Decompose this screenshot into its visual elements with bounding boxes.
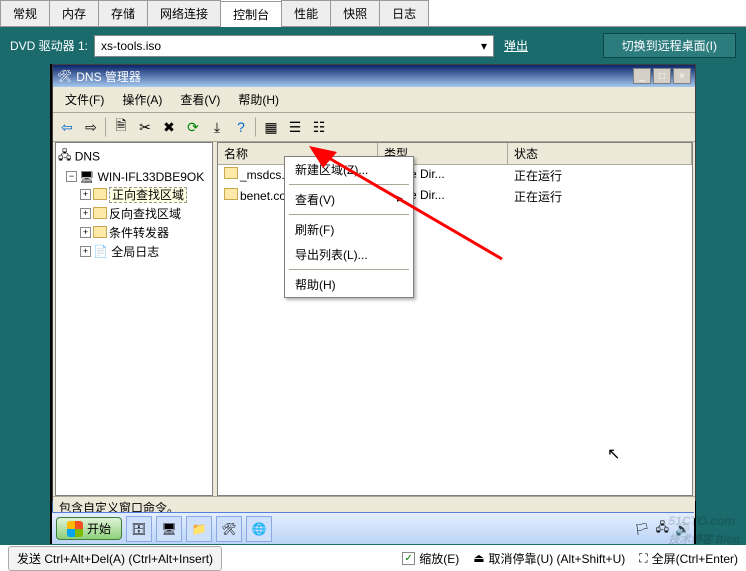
forward-icon[interactable]: ⇨ — [81, 117, 101, 137]
send-cad-button[interactable]: 发送 Ctrl+Alt+Del(A) (Ctrl+Alt+Insert) — [8, 546, 222, 571]
switch-remote-desktop-button[interactable]: 切换到远程桌面(I) — [603, 33, 736, 58]
cut-icon[interactable]: ✂ — [135, 117, 155, 137]
folder-icon — [93, 188, 107, 200]
undock-button[interactable]: ⏏ 取消停靠(U) (Alt+Shift+U) — [473, 550, 625, 567]
zone-status: 正在运行 — [508, 165, 692, 186]
tab-storage[interactable]: 存储 — [98, 0, 148, 26]
taskbar-item[interactable]: 📁 — [186, 516, 212, 542]
scale-checkbox[interactable]: ✓ 缩放(E) — [402, 550, 459, 567]
expand-icon[interactable]: + — [80, 246, 91, 257]
maximize-button[interactable]: □ — [653, 68, 671, 84]
dns-tree-panel[interactable]: 🖧 DNS −🖥 WIN-IFL33DBE9OK +正向查找区域 +反向查找区域… — [55, 142, 213, 496]
help-icon[interactable]: ? — [231, 117, 251, 137]
undock-label: 取消停靠(U) (Alt+Shift+U) — [489, 550, 626, 567]
zone-status: 正在运行 — [508, 186, 692, 207]
ctx-refresh[interactable]: 刷新(F) — [285, 217, 413, 242]
tree-global-log[interactable]: 全局日志 — [111, 245, 159, 259]
separator — [289, 269, 409, 270]
start-button[interactable]: 开始 — [56, 517, 122, 540]
expand-icon[interactable]: + — [80, 208, 91, 219]
folder-icon — [93, 226, 107, 238]
remote-desktop-viewport: 🛠 DNS 管理器 _ □ × 文件(F) 操作(A) 查看(V) 帮助(H) … — [50, 64, 696, 544]
tab-memory[interactable]: 内存 — [49, 0, 99, 26]
start-label: 开始 — [87, 520, 111, 537]
col-status[interactable]: 状态 — [508, 143, 692, 164]
tab-console[interactable]: 控制台 — [220, 1, 282, 27]
expand-icon[interactable]: + — [80, 227, 91, 238]
fullscreen-button[interactable]: ⛶ 全屏(Ctrl+Enter) — [639, 550, 738, 567]
chevron-down-icon: ▾ — [481, 39, 487, 53]
dns-title-bar[interactable]: 🛠 DNS 管理器 _ □ × — [53, 65, 695, 87]
menu-view[interactable]: 查看(V) — [172, 89, 228, 110]
tray-network-icon[interactable]: 🖧 — [656, 518, 669, 539]
tree-conditional-fwd[interactable]: 条件转发器 — [109, 226, 169, 240]
tree-forward-zones[interactable]: 正向查找区域 — [109, 187, 187, 203]
host-tabs: 常规 内存 存储 网络连接 控制台 性能 快照 日志 — [0, 0, 746, 27]
taskbar-item[interactable]: 🌐 — [246, 516, 272, 542]
dvd-value: xs-tools.iso — [101, 39, 161, 53]
dns-title-text: DNS 管理器 — [76, 68, 141, 85]
tab-snapshot[interactable]: 快照 — [330, 0, 380, 26]
ctx-export-list[interactable]: 导出列表(L)... — [285, 242, 413, 267]
props-icon[interactable]: ☰ — [285, 117, 305, 137]
system-tray[interactable]: 🏳 🖧 🔊 — [634, 518, 690, 539]
dvd-label: DVD 驱动器 1: — [10, 37, 88, 54]
context-menu: 新建区域(Z)... 查看(V)▸ 刷新(F) 导出列表(L)... 帮助(H) — [284, 156, 414, 298]
new-icon[interactable]: 🗎 — [111, 117, 131, 137]
filter-icon[interactable]: ▦ — [261, 117, 281, 137]
tree-reverse-zones[interactable]: 反向查找区域 — [109, 207, 181, 221]
refresh-icon[interactable]: ⟳ — [183, 117, 203, 137]
host-bottom-bar: 发送 Ctrl+Alt+Del(A) (Ctrl+Alt+Insert) ✓ 缩… — [0, 545, 746, 571]
tab-perf[interactable]: 性能 — [281, 0, 331, 26]
eject-link[interactable]: 弹出 — [504, 37, 528, 54]
dns-toolbar: ⇦ ⇨ 🗎 ✂ ✖ ⟳ ⤓ ? ▦ ☰ ☷ — [53, 113, 695, 142]
separator — [289, 214, 409, 215]
windows-taskbar: 开始 🗄 🖥 📁 🛠 🌐 🏳 🖧 🔊 — [52, 512, 694, 544]
scale-label: 缩放(E) — [419, 550, 459, 567]
separator — [289, 184, 409, 185]
windows-logo-icon — [67, 521, 83, 537]
tray-flag-icon[interactable]: 🏳 — [634, 522, 649, 536]
menu-action[interactable]: 操作(A) — [114, 89, 170, 110]
tab-log[interactable]: 日志 — [379, 0, 429, 26]
tab-general[interactable]: 常规 — [0, 0, 50, 26]
minimize-button[interactable]: _ — [633, 68, 651, 84]
taskbar-item[interactable]: 🛠 — [216, 516, 242, 542]
menu-file[interactable]: 文件(F) — [57, 89, 112, 110]
ctx-help[interactable]: 帮助(H) — [285, 272, 413, 297]
tab-network[interactable]: 网络连接 — [147, 0, 221, 26]
taskbar-item[interactable]: 🗄 — [126, 516, 152, 542]
console-toolbar: DVD 驱动器 1: xs-tools.iso ▾ 弹出 切换到远程桌面(I) — [0, 27, 746, 64]
taskbar-item[interactable]: 🖥 — [156, 516, 182, 542]
ctx-new-zone[interactable]: 新建区域(Z)... — [285, 157, 413, 182]
tree-root[interactable]: DNS — [75, 150, 100, 164]
close-button[interactable]: × — [673, 68, 691, 84]
dns-menubar: 文件(F) 操作(A) 查看(V) 帮助(H) — [53, 87, 695, 113]
separator — [255, 117, 257, 137]
fullscreen-label: 全屏(Ctrl+Enter) — [652, 550, 738, 567]
ctx-view[interactable]: 查看(V)▸ — [285, 187, 413, 212]
export-icon[interactable]: ⤓ — [207, 117, 227, 137]
undock-icon: ⏏ — [473, 551, 484, 565]
checkmark-icon: ✓ — [402, 552, 415, 565]
back-icon[interactable]: ⇦ — [57, 117, 77, 137]
folder-icon — [224, 167, 238, 179]
fullscreen-icon: ⛶ — [639, 551, 647, 566]
separator — [105, 117, 107, 137]
dns-icon: 🛠 — [57, 69, 72, 83]
folder-icon — [224, 188, 238, 200]
arrow-right-icon: ▸ — [397, 191, 403, 208]
menu-help[interactable]: 帮助(H) — [230, 89, 287, 110]
tray-sound-icon[interactable]: 🔊 — [675, 522, 690, 536]
tree-server[interactable]: WIN-IFL33DBE9OK — [98, 170, 205, 184]
options-icon[interactable]: ☷ — [309, 117, 329, 137]
collapse-icon[interactable]: − — [66, 171, 77, 182]
delete-icon[interactable]: ✖ — [159, 117, 179, 137]
dvd-drive-combo[interactable]: xs-tools.iso ▾ — [94, 35, 494, 57]
folder-icon — [93, 207, 107, 219]
expand-icon[interactable]: + — [80, 189, 91, 200]
